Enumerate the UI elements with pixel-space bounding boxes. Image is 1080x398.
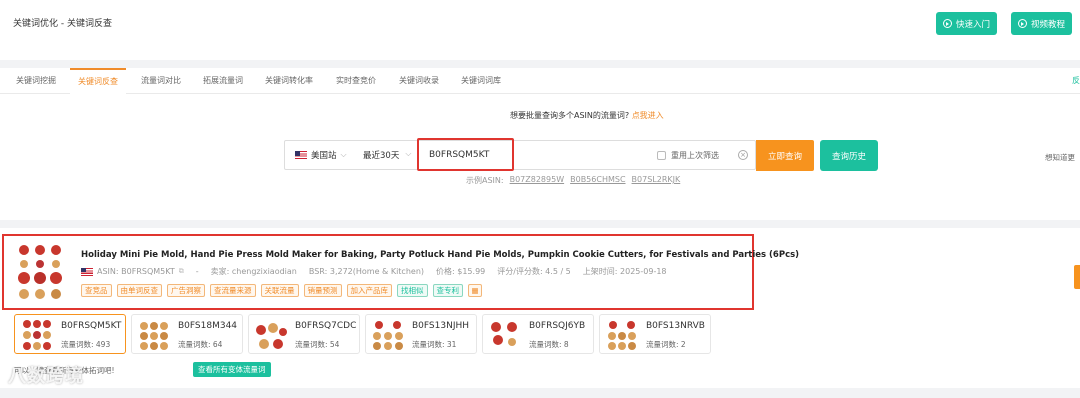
variant-thumbnail xyxy=(140,322,168,350)
variant-thumbnail xyxy=(491,322,517,346)
tab-bar: 关键词挖掘 关键词反查 流量词对比 拓展流量词 关键词转化率 实时查竞价 关键词… xyxy=(0,68,1080,94)
quick-start-label: 快速入门 xyxy=(956,19,991,30)
product-price: 价格: $15.99 xyxy=(436,267,486,276)
variant-asin: B0FS18M344 xyxy=(178,321,238,331)
side-tip: 想知道更 xyxy=(1045,153,1075,162)
variant-card[interactable]: B0FRSQM5KT 流量词数: 493 xyxy=(14,314,126,354)
example-asin[interactable]: B07SL2RKJK xyxy=(632,175,681,186)
site-select[interactable]: 美国站 ⌵ xyxy=(295,149,347,161)
period-select[interactable]: 最近30天 ⌵ xyxy=(363,149,411,161)
variant-thumbnail xyxy=(23,320,51,350)
play-icon xyxy=(943,19,952,28)
side-float-tab[interactable] xyxy=(1074,265,1080,289)
watermark-logo: 八数跨境 xyxy=(8,366,84,387)
batch-tip-text: 想要批量查询多个ASIN的流量词? xyxy=(510,111,630,120)
variant-asin: B0FRSQM5KT xyxy=(61,321,122,331)
check-patent-tag[interactable]: 查专利 xyxy=(432,284,463,297)
product-seller: 卖家: chengzixiaodian xyxy=(210,267,297,276)
traffic-source-tag[interactable]: 查流量来源 xyxy=(210,284,256,297)
variant-keyword-count: 流量词数: 8 xyxy=(529,340,569,349)
tab-conversion-rate[interactable]: 关键词转化率 xyxy=(257,68,321,94)
meta-dash: - xyxy=(195,267,199,276)
variant-keyword-count: 流量词数: 54 xyxy=(295,340,340,349)
calculator-icon[interactable]: ▦ xyxy=(468,284,482,297)
tab-keyword-reverse[interactable]: 关键词反查 xyxy=(70,68,126,94)
example-asin[interactable]: B0B56CHMSC xyxy=(570,175,625,186)
variant-keyword-count: 流量词数: 493 xyxy=(61,340,111,349)
variant-keyword-count: 流量词数: 64 xyxy=(178,340,223,349)
variant-thumbnail xyxy=(608,321,636,350)
quick-start-button[interactable]: 快速入门 xyxy=(936,12,998,35)
batch-query-tip: 想要批量查询多个ASIN的流量词? 点我进入 xyxy=(510,110,664,121)
product-actions: 查竞品 由单词反查 广告洞察 查流量来源 关联流量 销量预测 加入产品库 找相似… xyxy=(81,284,482,297)
asin-highlight-box xyxy=(417,138,514,171)
product-title[interactable]: Holiday Mini Pie Mold, Hand Pie Press Mo… xyxy=(81,250,799,260)
query-now-button[interactable]: 立即查询 xyxy=(756,140,814,171)
variant-list: B0FRSQM5KT 流量词数: 493 B0FS18M344 流量词数: 64… xyxy=(14,314,711,354)
us-flag-icon xyxy=(295,151,307,159)
external-link-icon[interactable]: ⧉ xyxy=(179,267,184,276)
checkbox-icon xyxy=(657,151,666,160)
variant-card[interactable]: B0FRSQ7CDC 流量词数: 54 xyxy=(248,314,360,354)
sales-forecast-tag[interactable]: 销量预测 xyxy=(303,284,342,297)
search-panel: 想要批量查询多个ASIN的流量词? 点我进入 美国站 ⌵ 最近30天 ⌵ 重用上… xyxy=(0,94,1080,220)
variant-asin: B0FRSQ7CDC xyxy=(295,321,357,331)
tab-right-fragment[interactable]: 反 xyxy=(1072,75,1080,86)
product-listed-date: 上架时间: 2025-09-18 xyxy=(582,267,667,276)
ad-insight-tag[interactable]: 广告洞察 xyxy=(167,284,205,297)
batch-query-link[interactable]: 点我进入 xyxy=(632,111,664,120)
product-meta: ASIN: B0FRSQM5KT ⧉ - 卖家: chengzixiaodian… xyxy=(81,266,667,277)
related-traffic-tag[interactable]: 关联流量 xyxy=(260,284,299,297)
variant-asin: B0FRSQJ6YB xyxy=(529,321,586,331)
variant-keyword-count: 流量词数: 2 xyxy=(646,340,686,349)
tab-traffic-compare[interactable]: 流量词对比 xyxy=(133,68,189,94)
word-reverse-tag[interactable]: 由单词反查 xyxy=(116,284,162,297)
site-value: 美国站 xyxy=(311,151,337,161)
example-asin[interactable]: B07Z82895W xyxy=(510,175,565,186)
chevron-down-icon: ⌵ xyxy=(405,149,412,158)
search-box: 美国站 ⌵ 最近30天 ⌵ 重用上次筛选 × xyxy=(284,140,756,170)
variant-card[interactable]: B0FS13NJHH 流量词数: 31 xyxy=(365,314,477,354)
example-label: 示例ASIN: xyxy=(466,176,504,185)
variant-asin: B0FS13NRVB xyxy=(646,321,705,331)
product-bsr: BSR: 3,272(Home & Kitchen) xyxy=(308,267,425,276)
variant-card[interactable]: B0FS13NRVB 流量词数: 2 xyxy=(599,314,711,354)
tab-keyword-indexing[interactable]: 关键词收录 xyxy=(391,68,447,94)
chevron-down-icon: ⌵ xyxy=(340,150,347,159)
tab-keyword-library[interactable]: 关键词词库 xyxy=(453,68,509,94)
variant-keyword-count: 流量词数: 31 xyxy=(412,340,457,349)
tab-realtime-bid[interactable]: 实时查竞价 xyxy=(328,68,384,94)
variant-thumbnail xyxy=(256,323,287,349)
variant-asin: B0FS13NJHH xyxy=(412,321,470,331)
view-all-variants-button[interactable]: 查看所有变体流量词 xyxy=(193,362,271,377)
product-image[interactable] xyxy=(14,242,66,302)
tab-keyword-mining[interactable]: 关键词挖掘 xyxy=(8,68,64,94)
play-icon xyxy=(1018,19,1027,28)
clear-icon[interactable]: × xyxy=(738,150,748,160)
video-tutorial-button[interactable]: 视频教程 xyxy=(1011,12,1073,35)
query-history-button[interactable]: 查询历史 xyxy=(820,140,878,171)
variant-card[interactable]: B0FS18M344 流量词数: 64 xyxy=(131,314,243,354)
breadcrumb: 关键词优化 - 关键词反查 xyxy=(13,19,112,29)
tab-expand-traffic[interactable]: 拓展流量词 xyxy=(195,68,251,94)
example-asins: 示例ASIN: B07Z82895W B0B56CHMSC B07SL2RKJK xyxy=(466,175,680,186)
top-bar: 关键词优化 - 关键词反查 快速入门 视频教程 xyxy=(0,0,1080,60)
product-asin: ASIN: B0FRSQM5KT ⧉ xyxy=(81,267,184,276)
add-to-library-tag[interactable]: 加入产品库 xyxy=(346,284,392,297)
variant-thumbnail xyxy=(373,321,403,350)
reuse-filter-checkbox[interactable]: 重用上次筛选 xyxy=(657,150,719,161)
video-tutorial-label: 视频教程 xyxy=(1031,19,1066,30)
check-competitors-tag[interactable]: 查竞品 xyxy=(81,284,112,297)
find-similar-tag[interactable]: 找相似 xyxy=(397,284,428,297)
pie-mold-shape xyxy=(18,245,62,299)
variant-card[interactable]: B0FRSQJ6YB 流量词数: 8 xyxy=(482,314,594,354)
reuse-filter-label: 重用上次筛选 xyxy=(671,151,719,160)
us-flag-icon xyxy=(81,267,93,276)
period-value: 最近30天 xyxy=(363,151,400,161)
product-rating: 评分/评分数: 4.5 / 5 xyxy=(497,267,571,276)
product-asin-text: ASIN: B0FRSQM5KT xyxy=(97,267,175,276)
